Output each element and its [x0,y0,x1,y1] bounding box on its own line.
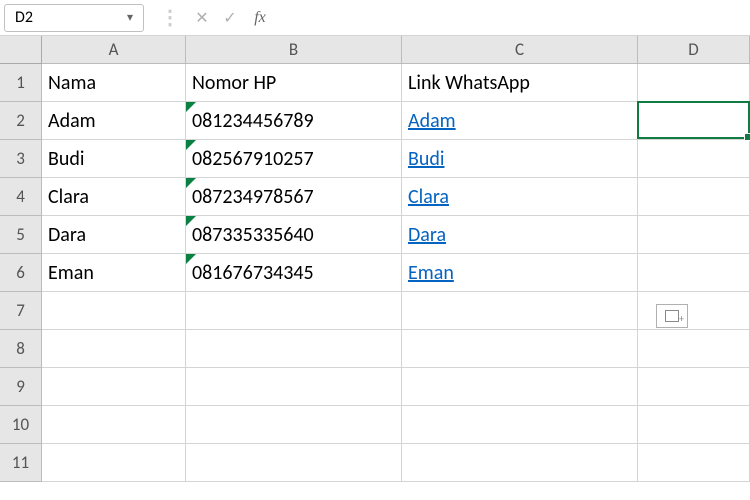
grid: A B C D 1 Nama Nomor HP Link WhatsApp 2 … [0,36,750,482]
divider: ⋮ [160,5,180,30]
hyperlink[interactable]: Eman [408,261,454,285]
paste-options-button[interactable]: + [656,304,688,328]
cell[interactable] [638,406,750,444]
cell[interactable] [402,444,638,482]
cell[interactable]: 081234456789 [186,102,402,140]
cell[interactable] [42,444,186,482]
table-row: 5 Dara 087335335640 Dara [0,216,750,254]
row-header[interactable]: 3 [0,140,42,178]
cell[interactable]: Dara [402,216,638,254]
cell[interactable]: Adam [402,102,638,140]
cell[interactable]: Budi [42,140,186,178]
col-header-d[interactable]: D [638,36,750,64]
cell[interactable]: 081676734345 [186,254,402,292]
error-indicator-icon [186,178,196,188]
col-header-a[interactable]: A [42,36,186,64]
confirm-icon[interactable]: ✓ [218,6,242,30]
select-all-corner[interactable] [0,36,42,64]
table-row: 4 Clara 087234978567 Clara [0,178,750,216]
name-box-value: D2 [15,8,33,27]
cell[interactable]: Budi [402,140,638,178]
formula-bar: D2 ▾ ⋮ ✕ ✓ fx [0,0,750,36]
table-row: 1 Nama Nomor HP Link WhatsApp [0,64,750,102]
column-headers: A B C D [42,36,750,64]
cell[interactable] [638,64,750,102]
cell[interactable] [402,406,638,444]
cell[interactable] [42,330,186,368]
cancel-icon[interactable]: ✕ [190,6,214,30]
table-row: 3 Budi 082567910257 Budi [0,140,750,178]
cell[interactable]: 087335335640 [186,216,402,254]
cell[interactable] [42,406,186,444]
col-header-c[interactable]: C [402,36,638,64]
row-header[interactable]: 2 [0,102,42,140]
cell[interactable]: Eman [402,254,638,292]
row-header[interactable]: 7 [0,292,42,330]
cell[interactable] [186,368,402,406]
fx-icon[interactable]: fx [248,6,272,30]
table-row: 8 [0,330,750,368]
row-header[interactable]: 5 [0,216,42,254]
row-header[interactable]: 4 [0,178,42,216]
error-indicator-icon [186,102,196,112]
cell[interactable] [186,444,402,482]
cell[interactable] [638,102,750,140]
hyperlink[interactable]: Clara [408,185,449,209]
cell[interactable]: Nama [42,64,186,102]
cell[interactable] [402,368,638,406]
row-header[interactable]: 6 [0,254,42,292]
cell[interactable] [402,292,638,330]
cell[interactable] [638,292,750,330]
cell[interactable] [402,330,638,368]
cell[interactable] [638,178,750,216]
chevron-down-icon[interactable]: ▾ [127,10,133,25]
cell[interactable]: Nomor HP [186,64,402,102]
table-row: 10 [0,406,750,444]
error-indicator-icon [186,254,196,264]
row-header[interactable]: 9 [0,368,42,406]
row-header[interactable]: 8 [0,330,42,368]
cell[interactable]: Clara [402,178,638,216]
clipboard-icon: + [665,310,679,322]
table-row: 11 [0,444,750,482]
cell[interactable] [186,292,402,330]
row-header[interactable]: 1 [0,64,42,102]
row-header[interactable]: 11 [0,444,42,482]
cell[interactable] [638,216,750,254]
row-header[interactable]: 10 [0,406,42,444]
cell[interactable] [638,254,750,292]
cell[interactable]: 087234978567 [186,178,402,216]
cell[interactable] [638,368,750,406]
cell[interactable] [186,330,402,368]
cell[interactable]: 082567910257 [186,140,402,178]
hyperlink[interactable]: Budi [408,147,444,171]
cell[interactable] [186,406,402,444]
error-indicator-icon [186,216,196,226]
cell[interactable] [42,368,186,406]
name-box[interactable]: D2 ▾ [4,4,144,32]
rows: 1 Nama Nomor HP Link WhatsApp 2 Adam 081… [0,64,750,482]
table-row: 9 [0,368,750,406]
col-header-b[interactable]: B [186,36,402,64]
table-row: 7 [0,292,750,330]
table-row: 6 Eman 081676734345 Eman [0,254,750,292]
cell[interactable]: Link WhatsApp [402,64,638,102]
error-indicator-icon [186,140,196,150]
cell[interactable] [638,444,750,482]
cell[interactable]: Clara [42,178,186,216]
cell[interactable] [638,330,750,368]
cell[interactable] [42,292,186,330]
cell[interactable] [638,140,750,178]
table-row: 2 Adam 081234456789 Adam [0,102,750,140]
cell[interactable]: Adam [42,102,186,140]
hyperlink[interactable]: Dara [408,223,446,247]
hyperlink[interactable]: Adam [408,109,456,133]
cell[interactable]: Eman [42,254,186,292]
cell[interactable]: Dara [42,216,186,254]
